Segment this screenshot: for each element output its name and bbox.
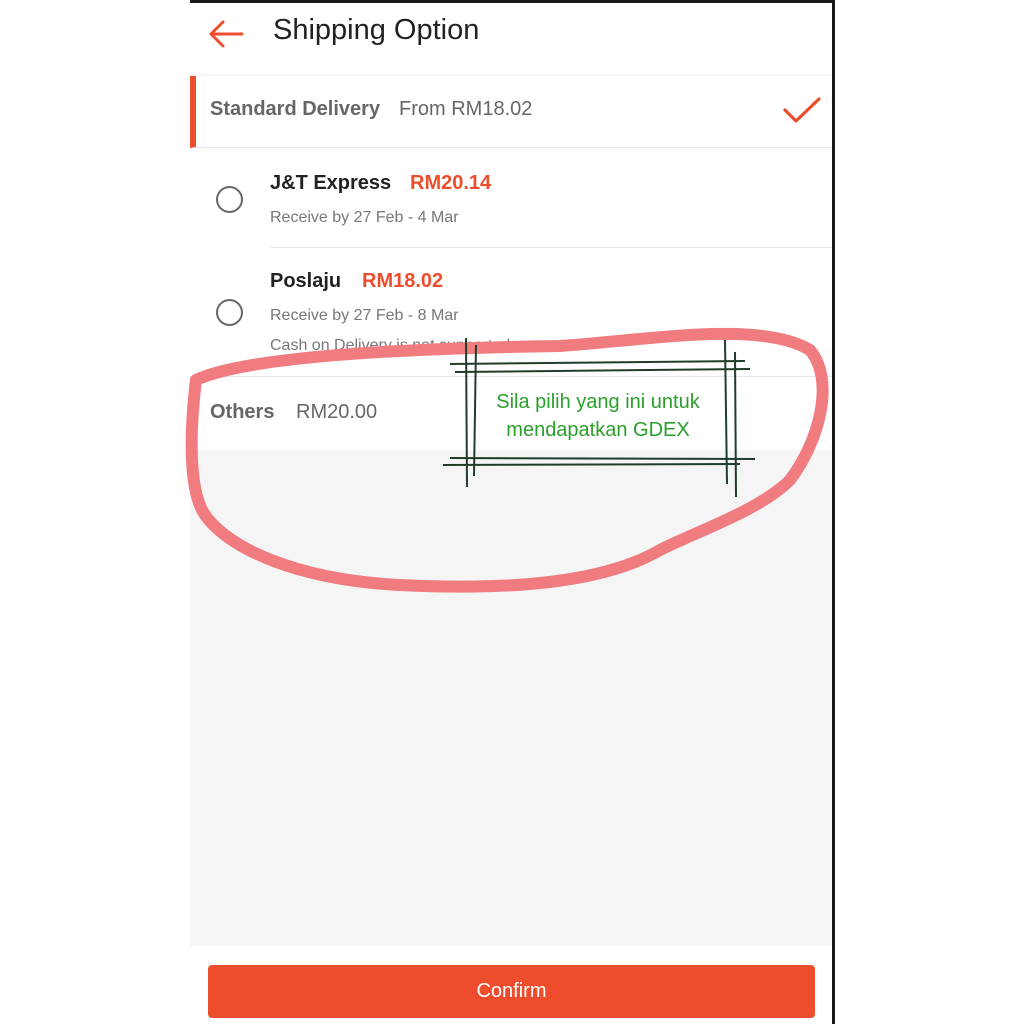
empty-area <box>190 450 833 946</box>
device-frame-right <box>832 0 835 1024</box>
arrow-left-icon <box>209 20 244 48</box>
annotation-line-2: mendapatkan GDEX <box>506 419 690 441</box>
back-button[interactable] <box>206 14 250 54</box>
radio-button[interactable] <box>216 299 243 326</box>
phone-screen: Shipping Option Standard Delivery From R… <box>190 0 833 1024</box>
cod-note: Cash on Delivery is not supported <box>270 337 511 354</box>
device-frame-top <box>190 0 835 3</box>
standard-delivery-section[interactable]: Standard Delivery From RM18.02 <box>190 76 833 148</box>
others-label: Others <box>210 401 275 423</box>
courier-price: RM18.02 <box>362 270 444 292</box>
others-price: RM20.00 <box>296 401 378 423</box>
page-title: Shipping Option <box>273 14 480 46</box>
radio-button[interactable] <box>216 186 243 213</box>
receive-date: Receive by 27 Feb - 4 Mar <box>270 209 459 226</box>
courier-name: J&T Express <box>270 172 392 194</box>
bottom-bar: Confirm <box>190 946 833 1024</box>
annotation-line-1: Sila pilih yang ini untuk <box>496 391 700 413</box>
shipping-option-jt-express[interactable]: J&T Express RM20.14 Receive by 27 Feb - … <box>190 150 833 248</box>
standard-delivery-label: Standard Delivery <box>210 98 381 120</box>
receive-date: Receive by 27 Feb - 8 Mar <box>270 307 459 324</box>
shipping-option-poslaju[interactable]: Poslaju RM18.02 Receive by 27 Feb - 8 Ma… <box>190 248 833 374</box>
courier-name: Poslaju <box>270 270 342 292</box>
app-header: Shipping Option <box>190 0 833 74</box>
confirm-button[interactable]: Confirm <box>208 965 815 1018</box>
standard-delivery-price: From RM18.02 <box>399 98 533 120</box>
annotation-note: Sila pilih yang ini untuk mendapatkan GD… <box>470 388 726 444</box>
courier-price: RM20.14 <box>410 172 492 194</box>
check-icon <box>783 97 821 123</box>
